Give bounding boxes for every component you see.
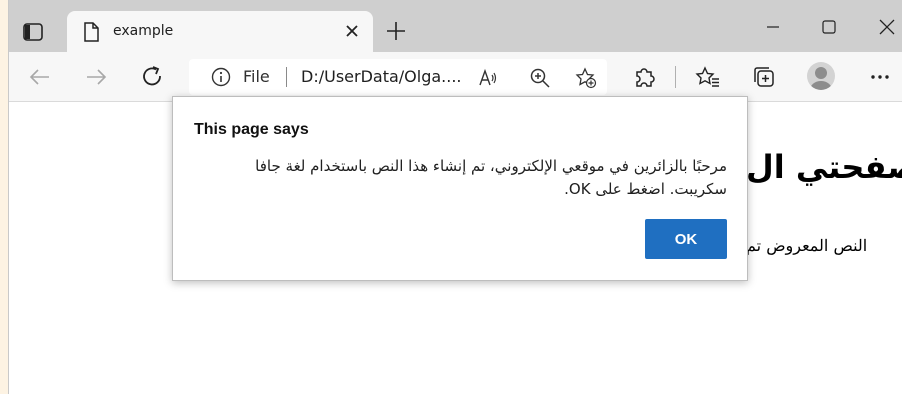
tab-bar: example bbox=[9, 0, 902, 52]
tab-title: example bbox=[113, 23, 174, 39]
page-icon bbox=[81, 21, 101, 43]
refresh-icon[interactable] bbox=[140, 64, 166, 90]
more-icon[interactable] bbox=[867, 64, 893, 90]
tab-actions-icon[interactable] bbox=[21, 20, 45, 44]
info-icon[interactable] bbox=[211, 67, 231, 87]
dialog-message-line-1: مرحبًا بالزائرين في موقعي الإلكتروني، تم… bbox=[255, 157, 727, 175]
add-favorite-icon[interactable] bbox=[575, 67, 597, 89]
url-text[interactable]: D:/UserData/Olga.... bbox=[301, 67, 462, 86]
toolbar-divider bbox=[675, 66, 676, 88]
browser-window: example File D:/UserData/Olga.... صفحتي … bbox=[8, 0, 902, 394]
plus-icon[interactable] bbox=[385, 20, 407, 42]
minimize-icon[interactable] bbox=[753, 12, 793, 42]
forward-arrow-icon[interactable] bbox=[83, 64, 109, 90]
dialog-title: This page says bbox=[194, 121, 309, 138]
window-close-icon[interactable] bbox=[867, 12, 902, 42]
toolbar: File D:/UserData/Olga.... bbox=[9, 52, 902, 102]
close-icon[interactable] bbox=[343, 22, 361, 40]
alert-dialog: This page says مرحبًا بالزائرين في موقعي… bbox=[172, 96, 748, 281]
page-heading: صفحتي ال bbox=[746, 148, 902, 186]
scheme-label: File bbox=[243, 67, 270, 86]
extensions-icon[interactable] bbox=[631, 64, 657, 90]
dialog-message-line-2: سكريبت. اضغط على OK. bbox=[564, 180, 727, 198]
profile-icon[interactable] bbox=[807, 62, 835, 90]
page-paragraph: النص المعروض تم bbox=[746, 236, 868, 255]
back-arrow-icon[interactable] bbox=[27, 64, 53, 90]
address-separator bbox=[286, 67, 287, 87]
address-bar[interactable]: File D:/UserData/Olga.... bbox=[189, 59, 607, 95]
favorites-icon[interactable] bbox=[695, 64, 721, 90]
dialog-message: مرحبًا بالزائرين في موقعي الإلكتروني، تم… bbox=[193, 155, 727, 201]
zoom-in-icon[interactable] bbox=[529, 67, 551, 89]
collections-icon[interactable] bbox=[751, 64, 777, 90]
maximize-icon[interactable] bbox=[809, 12, 849, 42]
ok-button[interactable]: OK bbox=[645, 219, 727, 259]
read-aloud-icon[interactable] bbox=[477, 67, 499, 89]
tab-example[interactable]: example bbox=[67, 11, 373, 52]
